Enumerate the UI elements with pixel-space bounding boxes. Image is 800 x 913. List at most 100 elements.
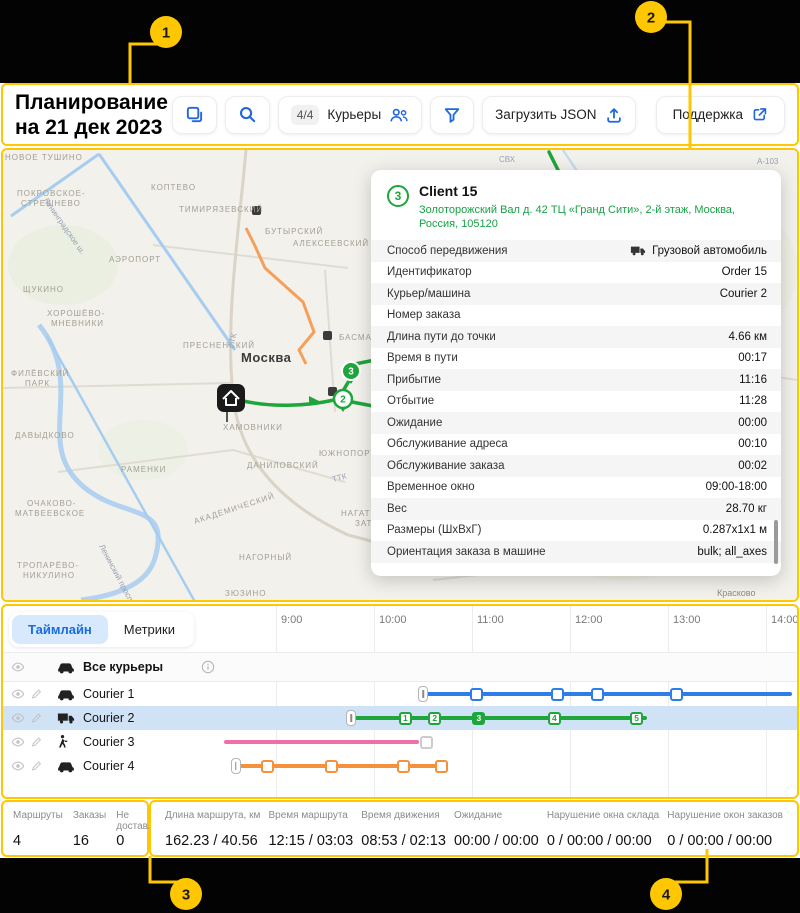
- stat-label: Заказы: [73, 810, 106, 832]
- svg-text:3: 3: [348, 367, 354, 378]
- stat-value: 12:15 / 03:03: [268, 833, 353, 849]
- eye-icon[interactable]: [11, 660, 25, 674]
- search-icon: [238, 105, 257, 124]
- popup-row-value: 11:28: [739, 395, 767, 407]
- stop-marker-5[interactable]: 5: [630, 712, 643, 725]
- map-label: КОПТЕВО: [151, 183, 196, 192]
- stop-marker-1[interactable]: 1: [399, 712, 412, 725]
- stat-label: Ожидание: [454, 810, 539, 832]
- route-start-handle[interactable]: [346, 710, 356, 726]
- car-icon: [57, 760, 75, 773]
- stats-right-row: Длина маршрута, км162.23 / 40.56Время ма…: [151, 802, 797, 849]
- popup-row-value: 11:16: [739, 374, 767, 386]
- info-icon[interactable]: [201, 660, 215, 674]
- eye-icon[interactable]: [11, 711, 25, 725]
- map-label: АЛЕКСЕЕВСКИЙ: [293, 239, 369, 248]
- eye-icon[interactable]: [11, 759, 25, 773]
- support-label: Поддержка: [673, 107, 743, 122]
- page-title: Планирование на 21 дек 2023: [15, 90, 168, 140]
- courier-name: Courier 4: [83, 754, 134, 778]
- stop-marker[interactable]: [670, 688, 683, 701]
- stat: Маршруты4: [13, 810, 63, 849]
- tab-timeline[interactable]: Таймлайн: [12, 615, 108, 644]
- map-label: ТИМИРЯЗЕВСКИЙ: [179, 205, 263, 214]
- popup-row-label: Ожидание: [387, 417, 738, 429]
- stop-marker[interactable]: [470, 688, 483, 701]
- timeline-row-courier-3[interactable]: Courier 3: [3, 730, 797, 754]
- courier-name: Courier 3: [83, 730, 134, 754]
- pencil-icon[interactable]: [30, 712, 43, 725]
- stop-marker[interactable]: [325, 760, 338, 773]
- stop-marker[interactable]: [397, 760, 410, 773]
- route-start-handle[interactable]: [418, 686, 428, 702]
- popup-row: Временное окно09:00-18:00: [371, 477, 781, 499]
- layers-button[interactable]: [172, 96, 217, 134]
- filter-icon: [443, 106, 461, 124]
- popup-row: Ориентация заказа в машинеbulk; all_axes: [371, 541, 781, 563]
- popup-row-value: 00:10: [738, 438, 767, 450]
- external-link-icon: [751, 106, 768, 123]
- map-label: АЭРОПОРТ: [109, 255, 161, 264]
- popup-row: Обслуживание заказа00:02: [371, 455, 781, 477]
- stat-label: Длина маршрута, км: [165, 810, 260, 832]
- stat-label: Нарушение окон заказов: [667, 810, 783, 832]
- car-icon: [57, 661, 75, 674]
- stop-marker[interactable]: [435, 760, 448, 773]
- app: Планирование на 21 дек 2023 4/4 Курьеры: [0, 0, 800, 913]
- stat: Ожидание00:00 / 00:00: [454, 810, 539, 849]
- popup-row: Прибытие11:16: [371, 369, 781, 391]
- stop-marker[interactable]: [551, 688, 564, 701]
- eye-icon[interactable]: [11, 735, 25, 749]
- route-bar[interactable]: [224, 740, 419, 744]
- popup-row: Вес28.70 кг: [371, 498, 781, 520]
- filter-button[interactable]: [430, 96, 474, 134]
- popup-row: ИдентификаторOrder 15: [371, 262, 781, 284]
- couriers-button[interactable]: 4/4 Курьеры: [278, 96, 422, 134]
- load-json-button[interactable]: Загрузить JSON: [482, 96, 635, 134]
- popup-row-value: 4.66 км: [728, 331, 767, 343]
- stop-marker-3[interactable]: 3: [472, 712, 485, 725]
- popup-row-value: 0.287x1x1 м: [703, 524, 767, 536]
- top-black-band: [0, 0, 800, 83]
- toolbar: 4/4 Курьеры Загрузить JSON Поддержка: [172, 96, 785, 134]
- pencil-icon[interactable]: [30, 736, 43, 749]
- stop-marker[interactable]: [261, 760, 274, 773]
- stop-marker[interactable]: [591, 688, 604, 701]
- popup-row-value: 28.70 кг: [726, 503, 767, 515]
- pencil-icon[interactable]: [30, 760, 43, 773]
- courier-name: Courier 2: [83, 706, 134, 730]
- eye-icon[interactable]: [11, 687, 25, 701]
- timeline-row-все-курьеры[interactable]: Все курьеры: [3, 652, 797, 682]
- courier-name: Courier 1: [83, 682, 134, 706]
- courier-name: Все курьеры: [83, 653, 163, 681]
- popup-row: Размеры (ШхВхГ)0.287x1x1 м: [371, 520, 781, 542]
- support-button[interactable]: Поддержка: [656, 96, 785, 134]
- popup-scrollbar[interactable]: [774, 520, 778, 564]
- popup-header: 3 Client 15 Золоторожский Вал д. 42 ТЦ «…: [371, 170, 781, 237]
- map-label: МНЕВНИКИ: [51, 319, 104, 328]
- pencil-icon[interactable]: [30, 688, 43, 701]
- popup-row-value: 09:00-18:00: [706, 481, 767, 493]
- popup-row: Способ передвиженияГрузовой автомобиль: [371, 240, 781, 262]
- route-start-handle[interactable]: [231, 758, 241, 774]
- stop-marker-4[interactable]: 4: [548, 712, 561, 725]
- timeline-row-courier-4[interactable]: Courier 4: [3, 754, 797, 778]
- stop-marker-2[interactable]: 2: [428, 712, 441, 725]
- map-section[interactable]: 23 НОВОЕ ТУШИНОПОКРОВСКОЕ-СТРЕШНЕВОКОПТЕ…: [1, 148, 799, 602]
- popup-row-value: Order 15: [722, 266, 767, 278]
- timeline-row-courier-1[interactable]: Courier 1: [3, 682, 797, 706]
- popup-row-value: Courier 2: [720, 288, 767, 300]
- search-button[interactable]: [225, 96, 270, 134]
- route-bar[interactable]: [351, 716, 647, 720]
- people-icon: [389, 106, 409, 124]
- map-label: ФИЛЁВСКИЙ: [11, 369, 69, 378]
- timeline-row-courier-2[interactable]: Courier 2 1 2 3 4 5: [3, 706, 797, 730]
- popup-marker-number: 3: [387, 185, 409, 207]
- popup-title: Client 15: [419, 183, 759, 199]
- stop-marker[interactable]: [420, 736, 433, 749]
- truck-dark-icon: [630, 245, 646, 256]
- tab-metrics[interactable]: Метрики: [108, 615, 191, 644]
- stat: Нарушение окон заказов0 / 00:00 / 00:00: [667, 810, 783, 849]
- map-label: НАГОРНЫЙ: [239, 553, 292, 562]
- popup-row: Длина пути до точки4.66 км: [371, 326, 781, 348]
